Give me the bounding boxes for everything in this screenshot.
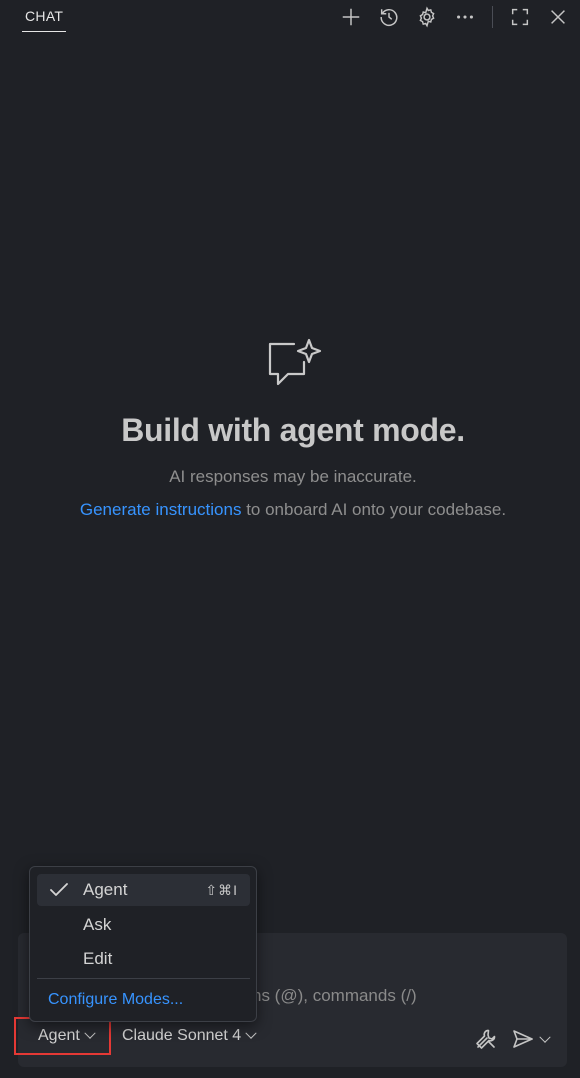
mode-menu-item-label: Ask (83, 915, 112, 934)
empty-state-subtitle: AI responses may be inaccurate. (169, 467, 417, 486)
mode-picker-button[interactable]: Agent (14, 1017, 111, 1055)
tools-icon[interactable] (474, 1027, 498, 1051)
tab-chat[interactable]: CHAT (22, 8, 67, 32)
menu-separator (37, 978, 250, 979)
generate-instructions-link[interactable]: Generate instructions (80, 500, 242, 519)
history-icon[interactable] (377, 5, 401, 29)
instructions-text: to onboard AI onto your codebase. (241, 500, 507, 519)
mode-menu-item-agent[interactable]: Agent ⇧⌘I (37, 874, 250, 906)
chat-sparkle-icon (266, 336, 324, 390)
send-icon[interactable] (511, 1027, 535, 1051)
chat-input-placeholder: ns (@), commands (/) (252, 986, 417, 1005)
maximize-icon[interactable] (508, 5, 532, 29)
model-picker-label: Claude Sonnet 4 (122, 1027, 242, 1044)
chat-header: CHAT (0, 0, 580, 36)
configure-modes-link[interactable]: Configure Modes... (48, 991, 183, 1009)
send-options-chevron-icon[interactable] (539, 1031, 551, 1043)
mode-dropdown-menu: Agent ⇧⌘I Ask Edit Configure Modes... (29, 866, 257, 1022)
chevron-down-icon (245, 1027, 257, 1039)
more-icon[interactable] (453, 5, 477, 29)
mode-menu-item-ask[interactable]: Ask (37, 909, 250, 941)
empty-state-instructions: Generate instructions to onboard AI onto… (0, 500, 580, 520)
header-divider (492, 6, 493, 28)
empty-state-title: Build with agent mode. (121, 412, 465, 448)
chevron-down-icon (84, 1027, 96, 1039)
keyboard-shortcut: ⇧⌘I (205, 882, 238, 898)
mode-menu-item-label: Agent (83, 880, 128, 899)
gear-icon[interactable] (415, 5, 439, 29)
mode-menu-item-edit[interactable]: Edit (37, 943, 250, 975)
mode-menu-item-label: Edit (83, 949, 113, 968)
close-icon[interactable] (546, 5, 570, 29)
chat-panel: CHAT Build with agent mode. AI responses… (0, 0, 580, 1078)
mode-picker-label: Agent (38, 1027, 80, 1044)
check-icon (49, 882, 69, 898)
plus-icon[interactable] (339, 5, 363, 29)
model-picker-button[interactable]: Claude Sonnet 4 (122, 1027, 257, 1045)
